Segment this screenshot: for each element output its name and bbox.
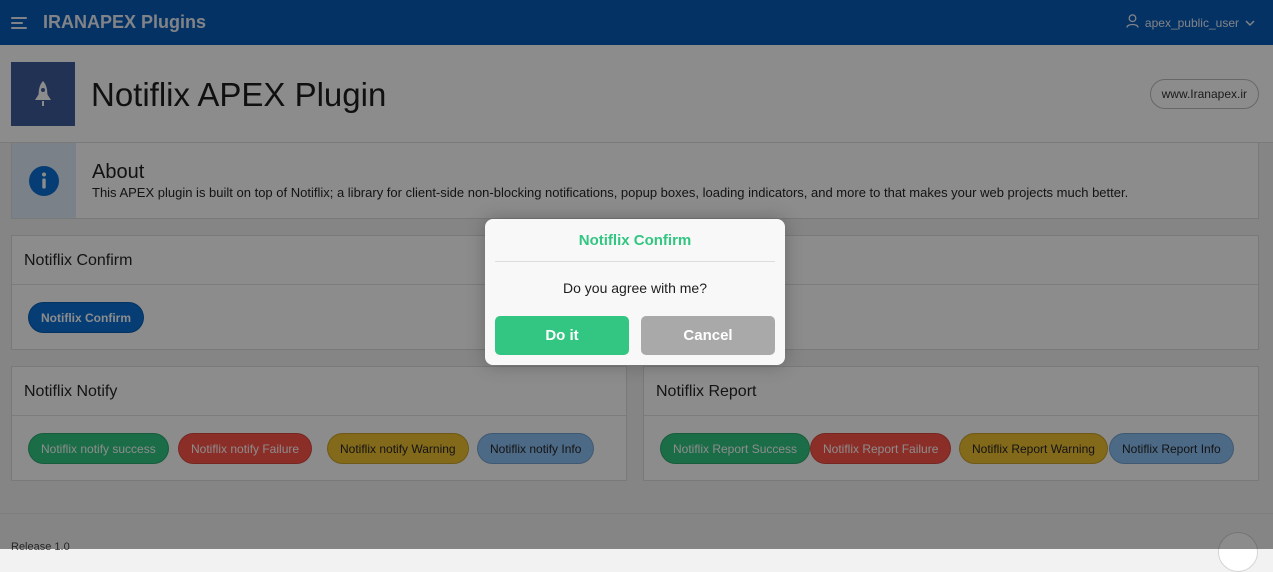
confirm-dialog: Notiflix Confirm Do you agree with me? D… [485,219,785,365]
dialog-message: Do you agree with me? [563,280,707,296]
cancel-button[interactable]: Cancel [641,316,775,355]
do-it-button[interactable]: Do it [495,316,629,355]
dialog-divider [495,261,775,262]
dialog-title: Notiflix Confirm [578,232,692,249]
